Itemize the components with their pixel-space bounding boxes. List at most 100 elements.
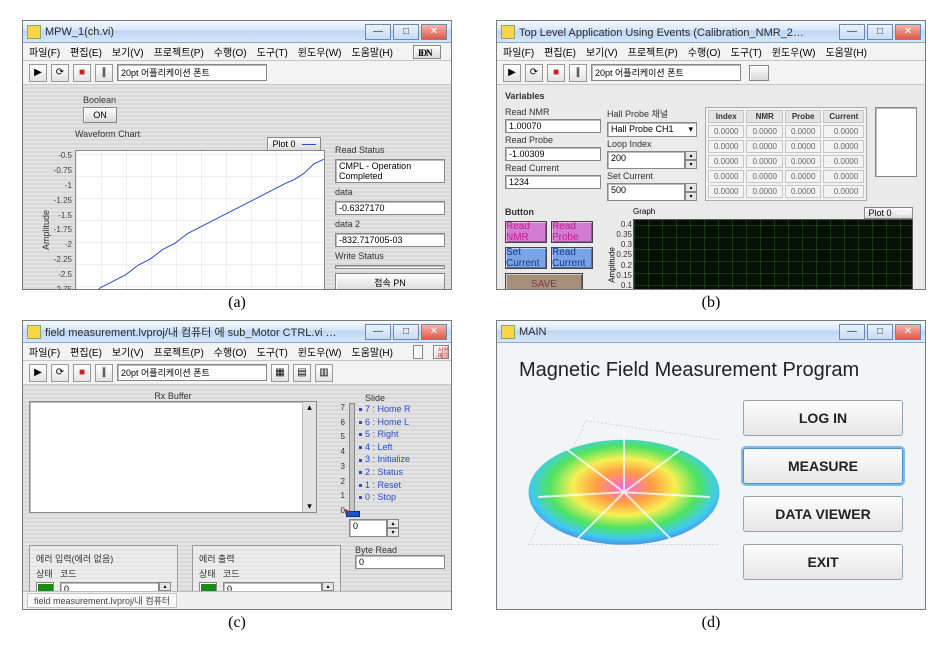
titlebar-b[interactable]: Top Level Application Using Events (Cali… bbox=[497, 21, 925, 43]
run-cont-button[interactable]: ⟳ bbox=[51, 64, 69, 82]
pause-button[interactable]: ∥ bbox=[95, 64, 113, 82]
close-button[interactable]: ✕ bbox=[895, 324, 921, 340]
set-current-button[interactable]: Set Current bbox=[505, 247, 547, 269]
menu-item[interactable]: 파일(F) bbox=[29, 344, 60, 359]
plot-legend-b[interactable]: Plot 0 bbox=[864, 207, 913, 219]
maximize-button[interactable]: □ bbox=[867, 324, 893, 340]
menu-item[interactable]: 편집(E) bbox=[544, 44, 576, 59]
maximize-button[interactable]: □ bbox=[867, 24, 893, 40]
read-current-button[interactable]: Read Current bbox=[551, 247, 593, 269]
menubar-b[interactable]: 파일(F) 편집(E) 보기(V) 프로젝트(P) 수행(O) 도구(T) 윈도… bbox=[497, 43, 925, 61]
footer-button[interactable]: 접속 PN bbox=[335, 273, 445, 289]
align-button[interactable]: ▦ bbox=[271, 364, 289, 382]
measure-button[interactable]: MEASURE bbox=[743, 448, 903, 484]
stop-button[interactable]: ■ bbox=[73, 64, 91, 82]
order-button[interactable]: ▥ bbox=[315, 364, 333, 382]
minimize-button[interactable]: — bbox=[365, 24, 391, 40]
run-cont-button[interactable]: ⟳ bbox=[525, 64, 543, 82]
minimize-button[interactable]: — bbox=[839, 324, 865, 340]
error-in-cluster: 에러 입력(에러 없음) 상태 코드 0▴▾ bbox=[29, 545, 178, 591]
menu-item[interactable]: 보기(V) bbox=[112, 44, 144, 59]
login-button[interactable]: LOG IN bbox=[743, 400, 903, 436]
graph[interactable]: 0.40.350.30.250.20.150.10.050 Amplitude … bbox=[633, 219, 913, 289]
menu-item[interactable]: 도움말(H) bbox=[826, 44, 867, 59]
client-d: Magnetic Field Measurement Program bbox=[497, 343, 925, 609]
menu-item[interactable]: 파일(F) bbox=[29, 44, 60, 59]
menu-item[interactable]: 프로젝트(P) bbox=[154, 44, 204, 59]
close-button[interactable]: ✕ bbox=[421, 324, 447, 340]
close-button[interactable]: ✕ bbox=[421, 24, 447, 40]
data-viewer-button[interactable]: DATA VIEWER bbox=[743, 496, 903, 532]
titlebar-c[interactable]: field measurement.lvproj/내 컴퓨터 에 sub_Mot… bbox=[23, 321, 451, 343]
minimize-button[interactable]: — bbox=[365, 324, 391, 340]
read-status-field: CMPL - Operation Completed bbox=[335, 159, 445, 183]
maximize-button[interactable]: □ bbox=[393, 324, 419, 340]
font-selector[interactable]: 20pt 어플리케이션 폰트 bbox=[591, 64, 741, 81]
distribute-button[interactable]: ▤ bbox=[293, 364, 311, 382]
vi-icon[interactable] bbox=[749, 65, 769, 81]
window-title: field measurement.lvproj/내 컴퓨터 에 sub_Mot… bbox=[45, 324, 345, 340]
menu-item[interactable]: 도움말(H) bbox=[352, 44, 393, 59]
menu-item[interactable]: 도구(T) bbox=[257, 344, 288, 359]
menu-item[interactable]: 편집(E) bbox=[70, 344, 102, 359]
menu-item[interactable]: 도구(T) bbox=[257, 44, 288, 59]
stop-button[interactable]: ■ bbox=[547, 64, 565, 82]
menu-item[interactable]: 파일(F) bbox=[503, 44, 534, 59]
menu-item[interactable]: 윈도우(W) bbox=[298, 44, 342, 59]
code-stepper[interactable]: 0▴▾ bbox=[60, 582, 171, 591]
pause-button[interactable]: ∥ bbox=[95, 364, 113, 382]
run-cont-button[interactable]: ⟳ bbox=[51, 364, 69, 382]
vi-icon[interactable] bbox=[413, 345, 423, 359]
panel-b: Top Level Application Using Events (Cali… bbox=[494, 20, 928, 312]
exit-button[interactable]: EXIT bbox=[743, 544, 903, 580]
titlebar-d[interactable]: MAIN — □ ✕ bbox=[497, 321, 925, 343]
menu-item[interactable]: 수행(O) bbox=[688, 44, 721, 59]
rx-buffer[interactable]: ▴▾ bbox=[29, 401, 317, 513]
save-button[interactable]: SAVE bbox=[505, 273, 583, 289]
maximize-button[interactable]: □ bbox=[393, 24, 419, 40]
pause-button[interactable]: ∥ bbox=[569, 64, 587, 82]
plot-legend[interactable]: Plot 0 bbox=[267, 137, 321, 151]
vi-sub-icon[interactable]: 사용메모 bbox=[433, 345, 449, 359]
code-stepper[interactable]: 0▴▾ bbox=[223, 582, 334, 591]
run-button[interactable]: ▶ bbox=[29, 64, 47, 82]
menu-item[interactable]: 도움말(H) bbox=[352, 344, 393, 359]
titlebar-a[interactable]: MPW_1(ch.vi) — □ ✕ bbox=[23, 21, 451, 43]
menu-item[interactable]: 도구(T) bbox=[731, 44, 762, 59]
menu-item[interactable]: 보기(V) bbox=[586, 44, 618, 59]
read-probe-button[interactable]: Read Probe bbox=[551, 221, 593, 243]
font-selector[interactable]: 20pt 어플리케이션 폰트 bbox=[117, 64, 267, 81]
scrollbar[interactable]: ▴▾ bbox=[302, 402, 316, 512]
slide-value-stepper[interactable]: 0▴▾ bbox=[349, 519, 399, 537]
loop-index-stepper[interactable]: 200▴▾ bbox=[607, 151, 697, 169]
minimize-button[interactable]: — bbox=[839, 24, 865, 40]
slider[interactable]: ▸ bbox=[349, 403, 355, 515]
run-button[interactable]: ▶ bbox=[503, 64, 521, 82]
menu-item[interactable]: 프로젝트(P) bbox=[154, 344, 204, 359]
set-current-stepper[interactable]: 500▴▾ bbox=[607, 183, 697, 201]
stop-button[interactable]: ■ bbox=[73, 364, 91, 382]
menu-item[interactable]: 윈도우(W) bbox=[772, 44, 816, 59]
status-label: 상태 bbox=[199, 567, 217, 580]
menu-item[interactable]: 보기(V) bbox=[112, 344, 144, 359]
vi-icon[interactable]: IÐN bbox=[413, 45, 441, 59]
close-button[interactable]: ✕ bbox=[895, 24, 921, 40]
run-button[interactable]: ▶ bbox=[29, 364, 47, 382]
menu-item[interactable]: 프로젝트(P) bbox=[628, 44, 678, 59]
read-nmr-button[interactable]: Read NMR bbox=[505, 221, 547, 243]
menu-item[interactable]: 윈도우(W) bbox=[298, 344, 342, 359]
menu-item[interactable]: 수행(O) bbox=[214, 44, 247, 59]
waveform-chart[interactable]: -0.5-0.75-1-1.25-1.5-1.75-2-2.25-2.5-2.7… bbox=[75, 150, 325, 289]
menu-item[interactable]: 수행(O) bbox=[214, 344, 247, 359]
menubar-c[interactable]: 파일(F) 편집(E) 보기(V) 프로젝트(P) 수행(O) 도구(T) 윈도… bbox=[23, 343, 451, 361]
write-status-label: Write Status bbox=[335, 251, 445, 261]
table-row: 0.00000.00000.00000.0000 bbox=[708, 170, 864, 183]
menu-item[interactable]: 편집(E) bbox=[70, 44, 102, 59]
font-selector[interactable]: 20pt 어플리케이션 폰트 bbox=[117, 364, 267, 381]
menubar-a[interactable]: 파일(F) 편집(E) 보기(V) 프로젝트(P) 수행(O) 도구(T) 윈도… bbox=[23, 43, 451, 61]
hall-probe-select[interactable]: Hall Probe CH1▾ bbox=[607, 122, 697, 137]
window-title: MPW_1(ch.vi) bbox=[45, 26, 114, 38]
caption-b: (b) bbox=[702, 294, 721, 312]
app-icon bbox=[27, 325, 41, 339]
boolean-switch[interactable]: ON bbox=[83, 107, 117, 123]
